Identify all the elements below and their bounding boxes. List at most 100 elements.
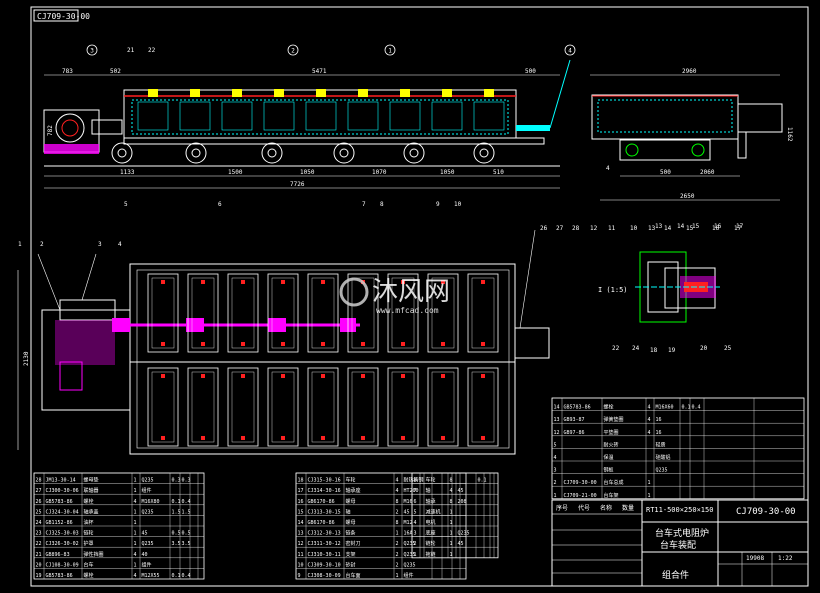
bom-cell: 1 xyxy=(134,562,137,568)
bom-cell: 45 xyxy=(458,541,464,547)
anchor-bolt-icon xyxy=(148,89,158,97)
bom-cell: 台车总成 xyxy=(604,479,624,486)
dim-510: 510 xyxy=(493,169,504,176)
bom-cell: 4 xyxy=(134,552,137,558)
bom-cell: 21 xyxy=(36,552,42,558)
bom-cell: GB6170-86 xyxy=(308,499,335,505)
bom-cell: 17 xyxy=(298,488,304,494)
heater-terminal-icon xyxy=(481,374,485,378)
bom-cell: 8 xyxy=(396,499,399,505)
balloon-top-3: 2 xyxy=(291,48,295,55)
detail-balloon-top-10: 17 xyxy=(734,225,742,232)
bom-cell: 0.1 xyxy=(682,405,691,411)
watermark-url: www.mfcad.com xyxy=(376,306,439,315)
bom-cell: 1 xyxy=(450,520,453,526)
heater-terminal-icon xyxy=(321,342,325,346)
bom-cell: 0.4 xyxy=(182,573,191,579)
bom-cell: 28 xyxy=(36,478,42,484)
bom-cell: M16X60 xyxy=(656,405,674,411)
bom-cell: 45 xyxy=(458,488,464,494)
bom-cell: 2 xyxy=(396,541,399,547)
detail-balloon-top-1: 27 xyxy=(556,225,564,232)
bom-cell: 4 xyxy=(134,499,137,505)
dim-1050a: 1050 xyxy=(300,169,315,176)
bom-cell: 0.1 xyxy=(172,573,181,579)
plan-balloon-3: 4 xyxy=(118,241,122,248)
bom-cell: GB1152-86 xyxy=(46,520,73,526)
bom-cell: 208 xyxy=(458,499,467,505)
bom-cell: 链条 xyxy=(346,530,356,537)
bom-cell: CJ325-30-03 xyxy=(46,531,79,537)
detail-balloon-bottom-0: 22 xyxy=(612,345,620,352)
bom-cell: 16A xyxy=(404,531,413,537)
heater-terminal-icon xyxy=(481,280,485,284)
bom-cell: 45 xyxy=(404,509,410,515)
scale: 1:22 xyxy=(778,555,793,562)
bom-cell: 15 xyxy=(298,509,304,515)
anchor-bolt-icon xyxy=(232,89,242,97)
balloon-top-1: 21 xyxy=(127,47,135,54)
detail-balloon-top-0: 26 xyxy=(540,225,548,232)
bom-cell: M12X55 xyxy=(142,573,160,579)
bom-cell: 1 xyxy=(134,509,137,515)
detail-balloon-top-8: 15 xyxy=(686,225,694,232)
bom-cell: GB5783-86 xyxy=(564,405,591,411)
bom-cell: M16X80 xyxy=(142,499,160,505)
heater-terminal-icon xyxy=(241,374,245,378)
anchor-bolt-icon xyxy=(316,89,326,97)
bom-cell: 4 xyxy=(648,405,651,411)
balloon-bottom-3: 8 xyxy=(380,201,384,208)
bom-cell: Q235 xyxy=(142,509,154,515)
heater-terminal-icon xyxy=(241,280,245,284)
bom-cell: 1 xyxy=(450,541,453,547)
plan-balloon-1: 2 xyxy=(40,241,44,248)
bom-cell: 链轮 xyxy=(84,530,94,537)
heater-terminal-icon xyxy=(281,280,285,284)
side-balloon-0: 4 xyxy=(606,165,610,172)
bom-header-3: 数量 xyxy=(622,504,634,512)
drive-base-plate xyxy=(44,144,99,154)
bom-cell: 拖链 xyxy=(426,551,436,558)
bom-cell: 40 xyxy=(142,552,148,558)
bom-cell: 1 xyxy=(134,541,137,547)
bom-cell: 钢板 xyxy=(604,467,614,474)
bom-cell: 平垫圈 xyxy=(604,429,619,436)
bom-cell: 台车面 xyxy=(346,572,361,579)
bom-cell: 4 xyxy=(396,478,399,484)
bom-cell: 密封刀 xyxy=(346,540,361,547)
bom-cell: 砂封 xyxy=(346,561,356,568)
bom-cell: 9 xyxy=(298,573,301,579)
balloon-bottom-4: 9 xyxy=(436,201,440,208)
bom-cell: 0.3 xyxy=(182,478,191,484)
seal-blade xyxy=(516,125,550,131)
bom-cell: 螺栓 xyxy=(604,404,614,411)
bom-cell: 油杯 xyxy=(84,519,94,526)
heater-terminal-icon xyxy=(441,342,445,346)
bom-cell: 车轮 xyxy=(346,477,356,484)
bom-cell: CJ313-30-15 xyxy=(308,509,341,515)
anchor-bolt-icon xyxy=(400,89,410,97)
bom-cell: 1 xyxy=(450,509,453,515)
bom-cell: 螺栓 xyxy=(84,498,94,505)
bom-cell: GB97-86 xyxy=(564,430,585,436)
bom-cell: 轴 xyxy=(426,487,431,494)
bom-cell: 26 xyxy=(36,499,42,505)
drawing-code-top: CJ709-30-00 xyxy=(37,12,90,21)
balloon-top-5: 4 xyxy=(568,48,572,55)
bom-cell: M16 xyxy=(404,499,413,505)
heater-terminal-icon xyxy=(361,374,365,378)
heater-terminal-icon xyxy=(201,374,205,378)
bom-header-0: 序号 xyxy=(556,504,568,512)
bom-cell: 24 xyxy=(36,520,42,526)
heater-terminal-icon xyxy=(161,436,165,440)
dim-2960: 2960 xyxy=(682,68,697,75)
anchor-bolt-icon xyxy=(190,89,200,97)
detail-balloon-top-2: 28 xyxy=(572,225,580,232)
bom-cell: 2 xyxy=(414,541,417,547)
bom-cell: 1 xyxy=(134,488,137,494)
dim-2650: 2650 xyxy=(680,193,695,200)
cad-drawing-sheet: CJ709-30-00 783 502 5471 500 782 1133 15… xyxy=(0,0,820,593)
bom-cell: 0.4 xyxy=(692,405,701,411)
bom-cell: 底座 xyxy=(426,530,436,537)
bom-cell: 轴 xyxy=(346,508,351,515)
